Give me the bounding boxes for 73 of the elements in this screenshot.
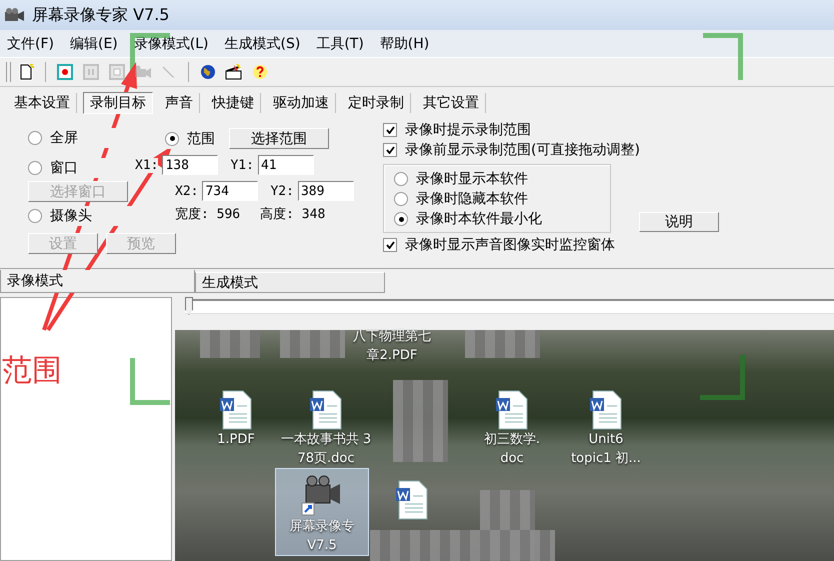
stop-icon bbox=[109, 64, 125, 80]
help-button[interactable]: 说明 bbox=[639, 212, 719, 232]
corner-bracket bbox=[703, 33, 743, 80]
menu-item[interactable]: 帮助(H) bbox=[378, 34, 430, 52]
radio-circle[interactable] bbox=[394, 212, 408, 226]
radio-circle[interactable] bbox=[394, 192, 408, 206]
pixelated-patch bbox=[280, 330, 345, 358]
radio-circle[interactable] bbox=[165, 132, 179, 146]
clapper-icon bbox=[225, 64, 243, 80]
window-title: 屏幕录像专家 V7.5 bbox=[32, 4, 170, 26]
new-page-icon bbox=[18, 64, 34, 80]
radio-button[interactable]: 范围 bbox=[165, 128, 215, 148]
corner-bracket bbox=[130, 358, 170, 405]
help-icon bbox=[252, 64, 268, 80]
checkbox-box[interactable] bbox=[383, 123, 397, 137]
menu-item[interactable]: 工具(T) bbox=[315, 34, 365, 52]
pause-icon bbox=[83, 64, 99, 80]
icon-label: 78页.doc bbox=[297, 450, 355, 468]
pixelated-patch bbox=[200, 330, 260, 358]
tab[interactable]: 声音 bbox=[159, 93, 200, 113]
y1-field[interactable]: 41 bbox=[258, 155, 314, 175]
tab[interactable]: 录像模式 bbox=[0, 270, 195, 293]
icon-label: doc bbox=[500, 450, 524, 468]
record-icon bbox=[57, 64, 73, 80]
radio-circle[interactable] bbox=[28, 161, 42, 175]
icon-label: Unit6 bbox=[588, 431, 624, 449]
icon-label: 1.PDF bbox=[217, 431, 255, 449]
corner-bracket bbox=[700, 355, 745, 400]
word-document-icon bbox=[495, 390, 529, 430]
desktop-icon[interactable]: 初三数学. doc bbox=[465, 385, 559, 469]
icon-label: V7.5 bbox=[307, 537, 337, 555]
radio-circle[interactable] bbox=[28, 131, 42, 145]
icon-label: 初三数学. bbox=[484, 431, 540, 449]
camera-icon bbox=[134, 65, 152, 79]
icon-label: 一本故事书共 3 bbox=[280, 431, 372, 449]
tab[interactable]: 驱动加速 bbox=[267, 93, 336, 113]
field-label: X1: bbox=[135, 158, 158, 172]
video-camera-icon bbox=[4, 7, 26, 23]
icon-label: topic1 初... bbox=[571, 450, 641, 468]
tab[interactable]: 生成模式 bbox=[195, 272, 385, 293]
tab[interactable]: 定时录制 bbox=[342, 93, 411, 113]
desktop-icon[interactable]: 八下物理第七 章2.PDF bbox=[345, 322, 439, 366]
y2-field[interactable]: 389 bbox=[298, 181, 354, 201]
x1-field[interactable]: 138 bbox=[162, 155, 218, 175]
icon-label: 章2.PDF bbox=[366, 347, 418, 365]
tab[interactable]: 录制目标 bbox=[83, 92, 153, 114]
word-document-icon bbox=[219, 390, 253, 430]
menu-item[interactable]: 编辑(E) bbox=[68, 34, 119, 52]
tab[interactable]: 其它设置 bbox=[417, 93, 486, 113]
checkbox-box[interactable] bbox=[383, 238, 397, 252]
select-range-button[interactable]: 选择范围 bbox=[229, 128, 329, 149]
height-readout: 高度: 348 bbox=[260, 205, 326, 223]
word-document-icon bbox=[309, 390, 343, 430]
annotation-label: 范围 bbox=[2, 352, 62, 390]
icon-label: 八下物理第七 bbox=[353, 328, 431, 346]
menu-item[interactable]: 录像模式(L) bbox=[132, 34, 210, 52]
menu-item[interactable]: 文件(F) bbox=[6, 34, 55, 52]
slider-thumb[interactable] bbox=[185, 297, 193, 315]
radio-circle[interactable] bbox=[28, 209, 42, 223]
icon-label: 屏幕录像专 bbox=[290, 518, 354, 536]
radio-circle[interactable] bbox=[394, 172, 408, 186]
x2-field[interactable]: 734 bbox=[202, 181, 258, 201]
tab[interactable]: 快捷键 bbox=[206, 93, 261, 113]
word-document-icon bbox=[589, 390, 623, 430]
menu-item[interactable]: 生成模式(S) bbox=[224, 34, 302, 52]
tab[interactable]: 基本设置 bbox=[8, 93, 77, 113]
checkbox-box[interactable] bbox=[383, 143, 397, 157]
timeline-slider[interactable] bbox=[185, 299, 834, 314]
word-document-icon bbox=[395, 480, 429, 520]
width-readout: 宽度: 596 bbox=[175, 205, 240, 223]
desktop-icon[interactable]: Unit6 topic1 初... bbox=[559, 385, 653, 469]
radio-button[interactable]: 摄像头 bbox=[28, 206, 135, 226]
globe-icon bbox=[200, 64, 216, 80]
